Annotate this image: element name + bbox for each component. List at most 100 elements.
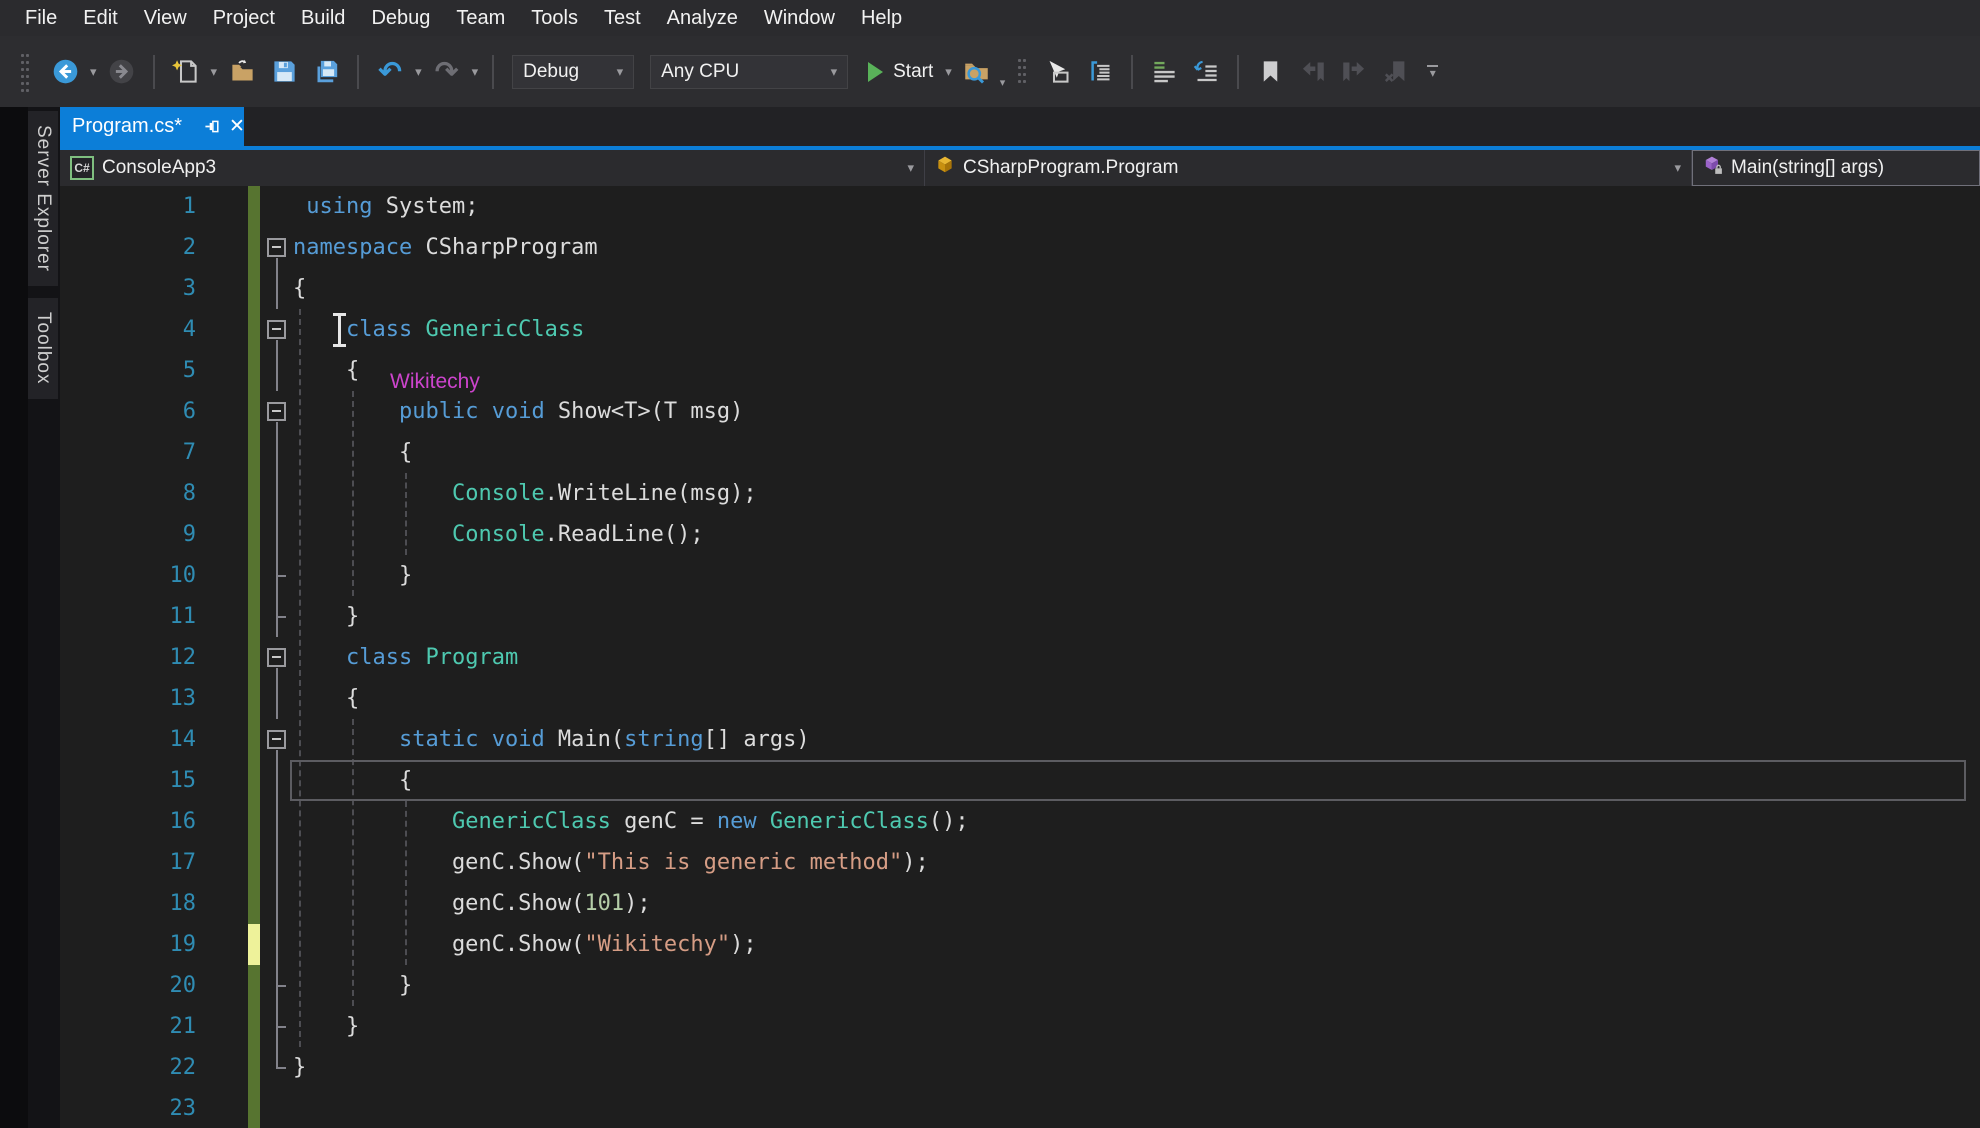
line-number[interactable]: 17 xyxy=(60,842,248,883)
menu-help[interactable]: Help xyxy=(848,0,915,36)
outlining-margin xyxy=(260,1047,290,1088)
code-text[interactable]: Console.WriteLine(msg); xyxy=(290,473,757,514)
document-tab-strip: Program.cs* ✕ xyxy=(60,107,1980,146)
code-line: 7 { xyxy=(60,432,1980,473)
menu-analyze[interactable]: Analyze xyxy=(654,0,751,36)
line-number[interactable]: 9 xyxy=(60,514,248,555)
collapse-box-icon[interactable] xyxy=(267,238,286,257)
code-text[interactable]: using System; xyxy=(290,186,478,227)
solution-configuration-combo[interactable]: Debug▾ xyxy=(512,55,634,89)
line-number[interactable]: 4 xyxy=(60,309,248,350)
collapse-box-icon[interactable] xyxy=(267,320,286,339)
save-icon[interactable] xyxy=(268,56,300,88)
menu-tools[interactable]: Tools xyxy=(518,0,591,36)
find-dropdown[interactable]: ▾ xyxy=(1000,76,1006,89)
new-file-icon[interactable] xyxy=(170,56,202,88)
code-text[interactable]: GenericClass genC = new GenericClass(); xyxy=(290,801,969,842)
new-file-dropdown[interactable]: ▾ xyxy=(211,64,218,80)
bookmark-icon[interactable] xyxy=(1254,56,1286,88)
menu-project[interactable]: Project xyxy=(200,0,288,36)
menu-debug[interactable]: Debug xyxy=(358,0,443,36)
line-number[interactable]: 14 xyxy=(60,719,248,760)
code-text[interactable]: genC.Show("This is generic method"); xyxy=(290,842,929,883)
open-folder-icon[interactable] xyxy=(226,56,258,88)
side-tab-server-explorer[interactable]: Server Explorer xyxy=(28,111,58,286)
save-all-icon[interactable] xyxy=(310,56,342,88)
line-number[interactable]: 23 xyxy=(60,1088,248,1128)
change-tracking-bar xyxy=(248,760,260,801)
line-number[interactable]: 10 xyxy=(60,555,248,596)
left-dock-zone: Server Explorer Toolbox xyxy=(0,107,60,1128)
bookmark-next-icon[interactable] xyxy=(1338,56,1370,88)
line-number[interactable]: 16 xyxy=(60,801,248,842)
menu-test[interactable]: Test xyxy=(591,0,654,36)
collapse-box-icon[interactable] xyxy=(267,730,286,749)
main-toolbar: ▾ ▾ ↶ ▾ ↷ ▾ Debug▾ Any CPU▾ Start ▾ ▾ ▾ xyxy=(0,36,1980,107)
code-text[interactable]: { xyxy=(290,268,306,309)
undo-icon[interactable]: ↶ xyxy=(374,56,406,88)
code-text[interactable]: } xyxy=(290,1047,306,1088)
code-text[interactable]: public void Show<T>(T msg) xyxy=(290,391,743,432)
code-text[interactable]: genC.Show(101); xyxy=(290,883,651,924)
project-dropdown[interactable]: C# ConsoleApp3 ▾ xyxy=(60,150,925,186)
menu-team[interactable]: Team xyxy=(443,0,518,36)
menu-edit[interactable]: Edit xyxy=(70,0,130,36)
line-number[interactable]: 7 xyxy=(60,432,248,473)
member-dropdown[interactable]: Main(string[] args) xyxy=(1692,150,1980,186)
pin-icon[interactable] xyxy=(204,118,221,135)
code-text[interactable]: static void Main(string[] args) xyxy=(290,719,810,760)
close-icon[interactable]: ✕ xyxy=(229,117,245,136)
line-number[interactable]: 21 xyxy=(60,1006,248,1047)
line-number[interactable]: 15 xyxy=(60,760,248,801)
collapse-box-icon[interactable] xyxy=(267,402,286,421)
outlining-margin xyxy=(260,309,290,350)
line-number[interactable]: 13 xyxy=(60,678,248,719)
line-number[interactable]: 20 xyxy=(60,965,248,1006)
line-number[interactable]: 2 xyxy=(60,227,248,268)
change-tracking-bar xyxy=(248,268,260,309)
solution-platform-combo[interactable]: Any CPU▾ xyxy=(650,55,848,89)
line-number[interactable]: 1 xyxy=(60,186,248,227)
menu-file[interactable]: File xyxy=(12,0,70,36)
line-number[interactable]: 19 xyxy=(60,924,248,965)
redo-dropdown[interactable]: ▾ xyxy=(472,64,479,80)
doc-outline-icon[interactable] xyxy=(1084,56,1116,88)
start-button[interactable]: Start xyxy=(868,61,933,83)
code-editor[interactable]: 1 using System;2namespace CSharpProgram3… xyxy=(60,186,1980,1128)
select-box-icon[interactable] xyxy=(1042,56,1074,88)
undo-dropdown[interactable]: ▾ xyxy=(415,64,422,80)
line-number[interactable]: 22 xyxy=(60,1047,248,1088)
type-dropdown[interactable]: CSharpProgram.Program ▾ xyxy=(925,150,1692,186)
navigate-backward-dropdown[interactable]: ▾ xyxy=(90,64,97,80)
line-number[interactable]: 18 xyxy=(60,883,248,924)
toolbar-overflow[interactable]: ▾ xyxy=(1427,65,1438,78)
code-text[interactable]: genC.Show("Wikitechy"); xyxy=(290,924,757,965)
outdent-icon[interactable] xyxy=(1190,56,1222,88)
change-tracking-bar xyxy=(248,227,260,268)
collapse-box-icon[interactable] xyxy=(267,648,286,667)
line-number[interactable]: 8 xyxy=(60,473,248,514)
bookmark-clear-icon[interactable] xyxy=(1380,56,1412,88)
line-number[interactable]: 11 xyxy=(60,596,248,637)
menu-view[interactable]: View xyxy=(131,0,200,36)
find-icon[interactable] xyxy=(961,56,993,88)
menu-window[interactable]: Window xyxy=(751,0,848,36)
tab-program-cs[interactable]: Program.cs* ✕ xyxy=(60,107,244,146)
line-number[interactable]: 6 xyxy=(60,391,248,432)
line-number[interactable]: 3 xyxy=(60,268,248,309)
menu-build[interactable]: Build xyxy=(288,0,358,36)
indent-icon[interactable] xyxy=(1148,56,1180,88)
code-line: 1 using System; xyxy=(60,186,1980,227)
redo-icon[interactable]: ↷ xyxy=(431,56,463,88)
code-text[interactable]: class Program xyxy=(290,637,518,678)
line-number[interactable]: 5 xyxy=(60,350,248,391)
code-text[interactable] xyxy=(290,1088,293,1128)
bookmark-prev-icon[interactable] xyxy=(1296,56,1328,88)
code-text[interactable]: namespace CSharpProgram xyxy=(290,227,598,268)
code-line: 6 public void Show<T>(T msg) xyxy=(60,391,1980,432)
back-icon[interactable] xyxy=(49,56,81,88)
line-number[interactable]: 12 xyxy=(60,637,248,678)
forward-icon[interactable] xyxy=(106,56,138,88)
start-dropdown[interactable]: ▾ xyxy=(945,64,952,80)
side-tab-toolbox[interactable]: Toolbox xyxy=(28,298,58,399)
